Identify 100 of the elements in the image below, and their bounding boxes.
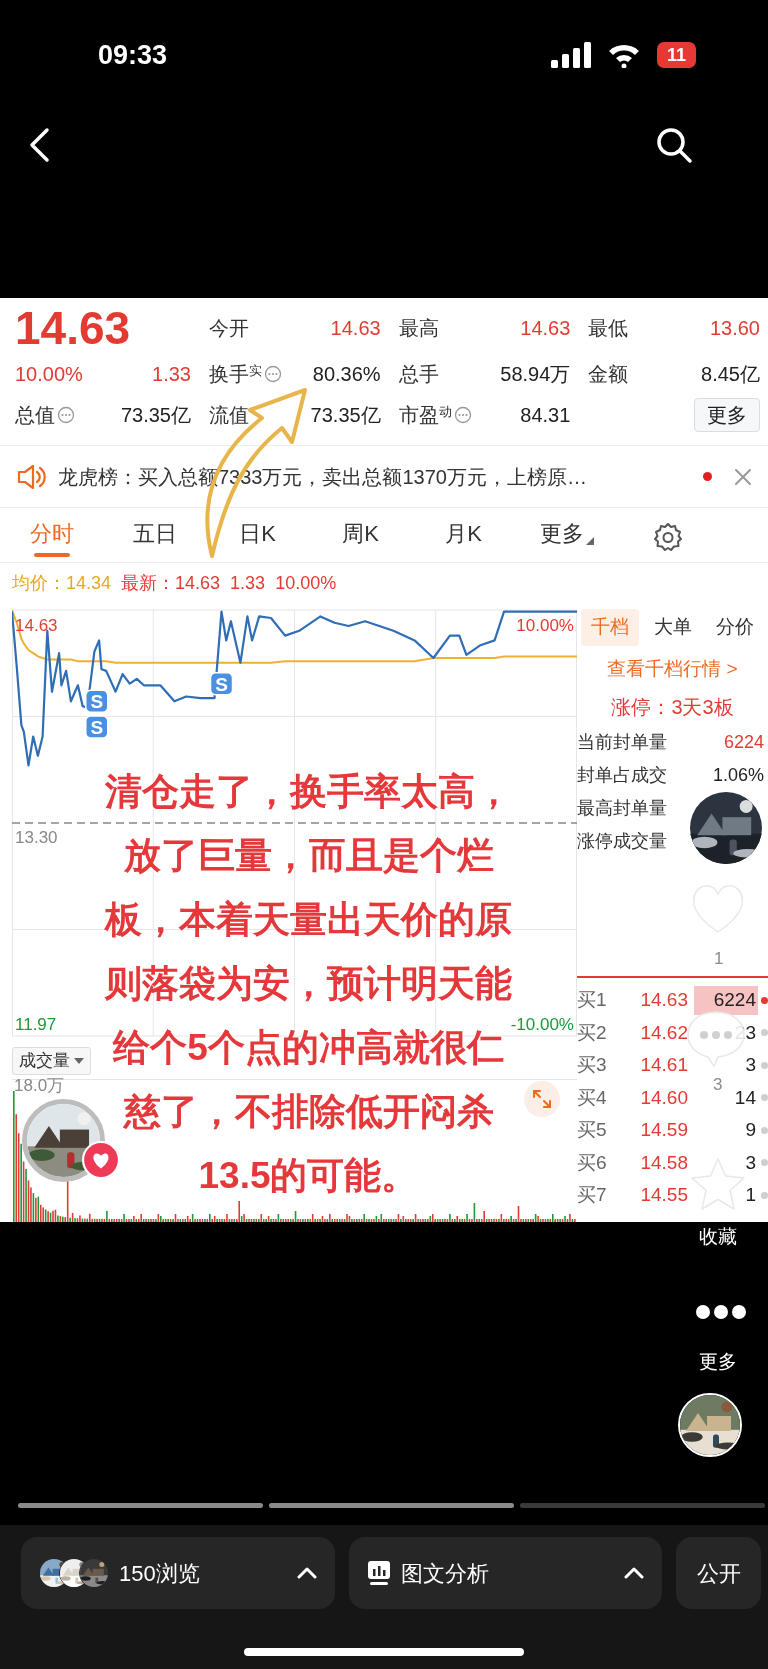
caption-line: 放了巨量，而且是个烂 — [123, 834, 494, 878]
latest-price: 最新：14.63 — [121, 571, 221, 595]
stat-value: 84.31 — [520, 403, 571, 428]
bid-price: 14.58 — [639, 1150, 688, 1175]
views-button[interactable]: 150浏览 — [21, 1537, 335, 1609]
stat-label: 流值 — [209, 403, 249, 428]
axis-label: 13.30 — [15, 828, 58, 847]
stat-label: 最高 — [398, 316, 439, 341]
chart-tab[interactable]: 周K — [342, 513, 379, 557]
info-icon[interactable] — [453, 406, 472, 424]
status-dot — [761, 996, 768, 1004]
stat-value: 13.60 — [709, 316, 760, 341]
chart-tab[interactable]: 五日 — [132, 513, 177, 557]
average-price: 均价：14.34 — [12, 571, 112, 595]
bid-volume: 14 — [733, 1085, 757, 1110]
bid-price: 14.60 — [639, 1085, 688, 1110]
bid-volume: 3 — [744, 1053, 757, 1077]
stat-label: 总手 — [398, 362, 439, 387]
axis-label: 11.97 — [15, 1015, 57, 1034]
chart-tab[interactable]: 更多 — [539, 513, 594, 557]
comment-count: 3 — [713, 1074, 723, 1096]
bid-label: 买4 — [577, 1085, 608, 1110]
bid-price: 14.55 — [639, 1183, 688, 1207]
caption-line: 清仓走了，换手率太高， — [105, 770, 512, 814]
volume-selector[interactable]: 成交量 — [12, 1047, 91, 1075]
chart-tab[interactable]: 日K — [239, 513, 276, 557]
stat-value: 14.63 — [520, 316, 571, 341]
stat-value: 80.36% — [312, 362, 381, 387]
favorite-label: 收藏 — [699, 1225, 737, 1249]
bid-label: 买1 — [577, 988, 608, 1012]
stat-value: 58.94万 — [500, 362, 571, 387]
metric-value: 6224 — [723, 731, 764, 754]
close-icon[interactable] — [734, 467, 752, 486]
percent-label: -10.00% — [510, 1015, 574, 1034]
status-dot — [761, 1029, 768, 1037]
bid-label: 买6 — [577, 1150, 608, 1175]
bid-volume: 6224 — [694, 986, 758, 1015]
bid-price: 14.59 — [639, 1118, 688, 1142]
bid-volume: 3 — [744, 1150, 757, 1175]
chart-icon — [367, 1560, 391, 1586]
bid-price: 14.61 — [639, 1053, 688, 1077]
metric-label: 涨停成交量 — [577, 830, 667, 853]
expand-icon[interactable] — [523, 1080, 561, 1118]
caption-line: 给个5个点的冲高就很仁 — [113, 1026, 504, 1070]
back-icon[interactable] — [28, 127, 50, 163]
change-amount: 1.33 — [152, 362, 191, 387]
sell-marker: S — [85, 715, 109, 739]
stat-label: 今开 — [209, 316, 249, 341]
analysis-button[interactable]: 图文分析 — [349, 1537, 662, 1609]
stat-value: 73.35亿 — [310, 403, 381, 428]
panel-tab[interactable]: 分价 — [706, 609, 764, 646]
more-button[interactable]: 更多 — [694, 398, 760, 432]
metric-value: 1.06% — [712, 764, 764, 787]
metric-label: 当前封单量 — [577, 731, 667, 754]
caption-line: 13.5的可能。 — [198, 1154, 419, 1198]
speaker-icon — [16, 462, 46, 491]
more-icon[interactable] — [695, 1304, 747, 1320]
stat-value: 8.45亿 — [701, 362, 760, 387]
panel-tab[interactable]: 大单 — [643, 609, 702, 646]
stat-label: 金额 — [588, 362, 629, 387]
status-dot — [761, 1126, 768, 1134]
stat-value: 73.35亿 — [120, 403, 191, 428]
bid-volume: 1 — [744, 1183, 757, 1207]
caption-line: 慈了，不排除低开闷杀 — [123, 1090, 494, 1134]
bid-label: 买5 — [577, 1118, 608, 1142]
like-count: 1 — [714, 948, 724, 970]
bid-volume: 9 — [744, 1118, 757, 1142]
stat-label: 市盈$^{动}$ — [398, 402, 452, 428]
bid-label: 买7 — [577, 1183, 608, 1207]
status-time: 09:33 — [98, 38, 168, 72]
battery-indicator: 11 — [656, 42, 696, 68]
last-price: 14.63 — [15, 302, 132, 354]
user-avatar[interactable] — [678, 1393, 742, 1457]
sell-marker: S — [209, 671, 234, 696]
metric-label: 封单占成交 — [577, 764, 667, 787]
limit-up-summary: 涨停：3天3板 — [610, 695, 735, 720]
visibility-button[interactable]: 公开 — [676, 1537, 761, 1609]
percent-label: 10.00% — [516, 616, 574, 635]
status-dot — [761, 1094, 768, 1102]
search-icon[interactable] — [655, 126, 693, 164]
bid-price: 14.62 — [639, 1020, 688, 1045]
info-icon[interactable] — [57, 406, 75, 424]
change-amount: 1.33 — [230, 571, 266, 595]
dropdown-caret-icon — [585, 537, 594, 545]
settings-icon[interactable] — [653, 521, 683, 552]
bid-label: 买2 — [577, 1020, 608, 1045]
caption-line: 则落袋为安，预计明天能 — [105, 962, 512, 1006]
stat-label: 换手$^{实}$ — [209, 361, 262, 387]
chart-tab[interactable]: 月K — [445, 513, 482, 557]
signal-icon — [550, 42, 591, 68]
bid-price: 14.63 — [639, 988, 688, 1012]
dropdown-caret-icon — [74, 1058, 84, 1064]
stat-label: 最低 — [588, 316, 629, 341]
info-icon[interactable] — [264, 365, 282, 383]
change-percent: 10.00% — [275, 571, 337, 595]
stat-label: 总值 — [15, 403, 55, 428]
chevron-up-icon — [624, 1567, 644, 1579]
caption-line: 板，本着天量出天价的原 — [105, 898, 512, 942]
metric-label: 最高封单量 — [577, 797, 667, 820]
status-dot — [761, 1191, 768, 1199]
